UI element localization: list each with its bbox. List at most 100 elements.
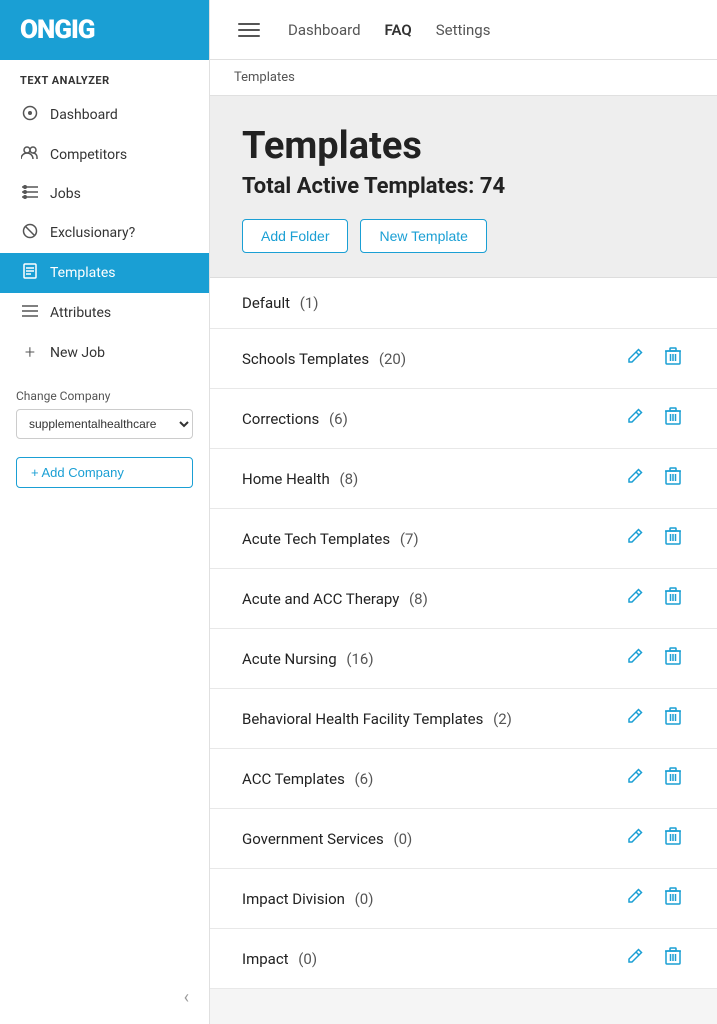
template-actions xyxy=(623,885,685,912)
sidebar-item-exclusionary[interactable]: Exclusionary? xyxy=(0,213,209,253)
breadcrumb: Templates xyxy=(210,60,717,96)
templates-list: Default (1) Schools Templates (20) Correct… xyxy=(210,278,717,989)
nav-settings[interactable]: Settings xyxy=(436,21,491,39)
template-name: Schools Templates (20) xyxy=(242,350,623,368)
template-actions xyxy=(623,645,685,672)
change-company-section: Change Company supplementalhealthcare xyxy=(0,373,209,447)
template-actions xyxy=(623,405,685,432)
trash-icon xyxy=(665,527,681,545)
delete-template-button[interactable] xyxy=(661,465,685,492)
template-row: Home Health (8) xyxy=(210,449,717,509)
logo-on: ON xyxy=(20,15,54,45)
action-buttons: Add Folder New Template xyxy=(242,219,685,253)
sidebar-item-templates[interactable]: Templates xyxy=(0,253,209,293)
template-row: Acute Tech Templates (7) xyxy=(210,509,717,569)
nav-faq[interactable]: FAQ xyxy=(385,21,412,39)
pencil-icon xyxy=(627,948,643,964)
delete-template-button[interactable] xyxy=(661,705,685,732)
hamburger-menu[interactable] xyxy=(234,19,264,41)
sidebar-item-attributes[interactable]: Attributes xyxy=(0,293,209,332)
edit-template-button[interactable] xyxy=(623,466,647,491)
pencil-icon xyxy=(627,528,643,544)
trash-icon xyxy=(665,887,681,905)
template-actions xyxy=(623,765,685,792)
attributes-icon xyxy=(20,303,40,322)
plus-icon: + xyxy=(20,342,40,363)
pencil-icon xyxy=(627,828,643,844)
add-company-button[interactable]: + Add Company xyxy=(16,457,193,488)
template-name: Acute and ACC Therapy (8) xyxy=(242,590,623,608)
template-name: Behavioral Health Facility Templates (2) xyxy=(242,710,623,728)
template-name: Corrections (6) xyxy=(242,410,623,428)
sidebar-item-dashboard[interactable]: Dashboard xyxy=(0,95,209,135)
exclusionary-icon xyxy=(20,223,40,243)
company-select[interactable]: supplementalhealthcare xyxy=(16,409,193,439)
template-name: Default (1) xyxy=(242,294,685,312)
trash-icon xyxy=(665,827,681,845)
delete-template-button[interactable] xyxy=(661,585,685,612)
template-name: Home Health (8) xyxy=(242,470,623,488)
edit-template-button[interactable] xyxy=(623,406,647,431)
delete-template-button[interactable] xyxy=(661,765,685,792)
delete-template-button[interactable] xyxy=(661,825,685,852)
edit-template-button[interactable] xyxy=(623,346,647,371)
sidebar-collapse-button[interactable]: ‹ xyxy=(0,971,209,1024)
template-count: (0) xyxy=(295,950,318,968)
delete-template-button[interactable] xyxy=(661,885,685,912)
template-name: Impact Division (0) xyxy=(242,890,623,908)
edit-template-button[interactable] xyxy=(623,526,647,551)
edit-template-button[interactable] xyxy=(623,586,647,611)
template-count: (1) xyxy=(296,294,319,312)
delete-template-button[interactable] xyxy=(661,525,685,552)
jobs-icon xyxy=(20,184,40,203)
edit-template-button[interactable] xyxy=(623,826,647,851)
sidebar-item-jobs[interactable]: Jobs xyxy=(0,174,209,213)
pencil-icon xyxy=(627,408,643,424)
template-actions xyxy=(623,525,685,552)
sidebar: ONGIG TEXT ANALYZER Dashboard Competitor… xyxy=(0,0,210,1024)
template-count: (6) xyxy=(325,410,348,428)
trash-icon xyxy=(665,707,681,725)
nav-dashboard[interactable]: Dashboard xyxy=(288,21,361,39)
collapse-icon: ‹ xyxy=(184,987,189,1008)
pencil-icon xyxy=(627,768,643,784)
template-row: Impact (0) xyxy=(210,929,717,989)
sidebar-item-label: Templates xyxy=(50,265,116,281)
main-content: Dashboard FAQ Settings Templates Templat… xyxy=(210,0,717,1024)
delete-template-button[interactable] xyxy=(661,645,685,672)
top-navigation: Dashboard FAQ Settings xyxy=(210,0,717,60)
template-name: Acute Tech Templates (7) xyxy=(242,530,623,548)
edit-template-button[interactable] xyxy=(623,646,647,671)
hamburger-line xyxy=(238,35,260,37)
sidebar-item-label: Competitors xyxy=(50,147,127,163)
new-job-label: New Job xyxy=(50,345,105,361)
add-folder-button[interactable]: Add Folder xyxy=(242,219,348,253)
template-count: (7) xyxy=(396,530,419,548)
templates-icon xyxy=(20,263,40,283)
edit-template-button[interactable] xyxy=(623,766,647,791)
template-actions xyxy=(623,705,685,732)
pencil-icon xyxy=(627,708,643,724)
trash-icon xyxy=(665,347,681,365)
template-count: (6) xyxy=(351,770,374,788)
template-name: Government Services (0) xyxy=(242,830,623,848)
delete-template-button[interactable] xyxy=(661,345,685,372)
hamburger-line xyxy=(238,29,260,31)
template-name: Impact (0) xyxy=(242,950,623,968)
content-area: Templates Total Active Templates: 74 Add… xyxy=(210,96,717,1024)
trash-icon xyxy=(665,767,681,785)
template-count: (8) xyxy=(405,590,428,608)
dashboard-icon xyxy=(20,105,40,125)
delete-template-button[interactable] xyxy=(661,405,685,432)
edit-template-button[interactable] xyxy=(623,886,647,911)
edit-template-button[interactable] xyxy=(623,946,647,971)
trash-icon xyxy=(665,647,681,665)
new-template-button[interactable]: New Template xyxy=(360,219,486,253)
template-row: Government Services (0) xyxy=(210,809,717,869)
sidebar-item-competitors[interactable]: Competitors xyxy=(0,135,209,174)
new-job-item[interactable]: + New Job xyxy=(0,332,209,373)
edit-template-button[interactable] xyxy=(623,706,647,731)
template-count: (2) xyxy=(489,710,512,728)
logo[interactable]: ONGIG xyxy=(20,15,95,45)
delete-template-button[interactable] xyxy=(661,945,685,972)
